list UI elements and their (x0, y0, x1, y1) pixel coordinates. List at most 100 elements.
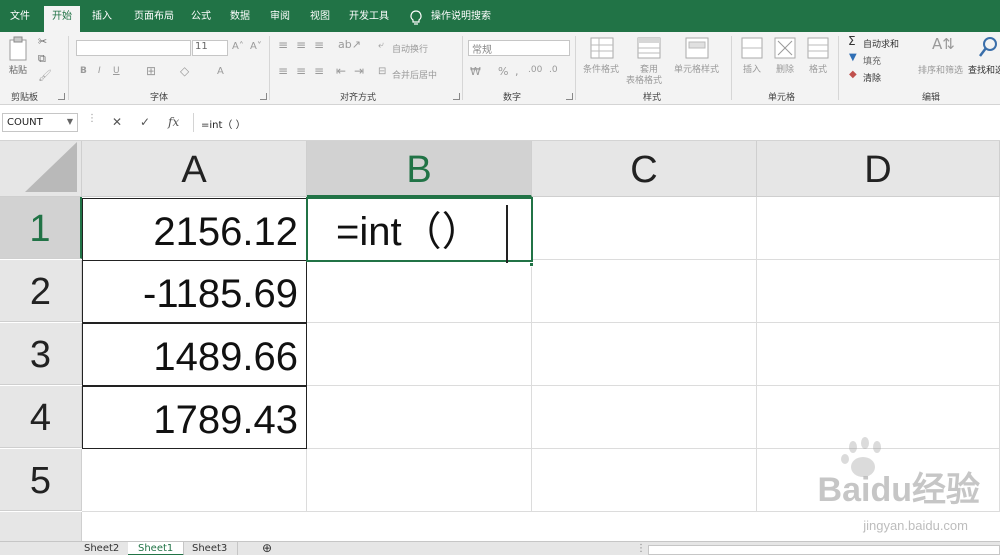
column-header-c[interactable]: C (532, 141, 757, 197)
wrap-text-icon[interactable]: ⤶ (378, 40, 384, 51)
borders-icon[interactable]: ⊞ (146, 64, 156, 78)
format-cells-label[interactable]: 格式 (809, 62, 827, 75)
align-bottom-icon[interactable]: ≡ (314, 38, 324, 52)
tab-review[interactable]: 审阅 (270, 9, 290, 25)
find-select-icon[interactable] (978, 36, 998, 58)
align-middle-icon[interactable]: ≡ (296, 38, 306, 52)
cut-icon[interactable]: ✂ (38, 35, 47, 48)
align-left-icon[interactable]: ≡ (278, 64, 288, 78)
tab-home[interactable]: 开始 (44, 6, 80, 32)
percent-icon[interactable]: % (498, 65, 508, 78)
cell-a2[interactable]: -1185.69 (82, 260, 307, 323)
cell-c3[interactable] (532, 323, 757, 386)
cell-a5[interactable] (82, 449, 307, 512)
sheet-tab-sheet3[interactable]: Sheet3 (182, 542, 239, 555)
tab-file[interactable]: 文件 (10, 9, 30, 25)
row-header-1[interactable]: 1 (0, 197, 82, 259)
select-all-button[interactable] (0, 141, 82, 197)
sheet-tab-sheet1[interactable]: Sheet1 (128, 542, 185, 555)
font-dialog-launcher[interactable] (260, 93, 267, 100)
increase-decimal-icon[interactable]: .00 (528, 65, 542, 75)
conditional-format-icon[interactable] (590, 37, 614, 59)
row-header-2[interactable]: 2 (0, 260, 82, 322)
sheet-tab-sheet2[interactable]: Sheet2 (74, 542, 131, 555)
font-name-select[interactable] (76, 40, 191, 56)
row-header-4[interactable]: 4 (0, 386, 82, 448)
number-dialog-launcher[interactable] (566, 93, 573, 100)
column-header-d[interactable]: D (757, 141, 1000, 197)
tab-developer[interactable]: 开发工具 (349, 9, 389, 25)
sort-filter-icon[interactable]: A⇅ (932, 35, 955, 53)
insert-cells-icon[interactable] (741, 37, 763, 59)
fill-handle[interactable] (529, 262, 534, 267)
cell-b4[interactable] (307, 386, 532, 449)
copy-icon[interactable]: ⧉ (38, 52, 46, 66)
formula-input[interactable]: =int（ ） (193, 113, 1000, 132)
cell-styles-icon[interactable] (685, 37, 709, 59)
fill-icon[interactable]: ▼ (849, 52, 857, 63)
cell-d3[interactable] (757, 323, 1000, 386)
conditional-format-label[interactable]: 条件格式 (583, 62, 619, 75)
cell-c1[interactable] (532, 197, 757, 260)
clear-icon[interactable]: ◆ (849, 69, 857, 80)
paste-icon[interactable] (8, 36, 30, 62)
format-painter-icon[interactable]: 🖌 (38, 69, 52, 82)
shrink-font-icon[interactable]: A˅ (250, 41, 262, 52)
name-box[interactable]: COUNT ▼ (2, 113, 78, 132)
horizontal-scrollbar[interactable] (648, 545, 1000, 555)
merge-center-label[interactable]: 合并后居中 (392, 68, 437, 81)
underline-icon[interactable]: U (113, 66, 120, 76)
row-header-5[interactable]: 5 (0, 449, 82, 511)
row-header-3[interactable]: 3 (0, 323, 82, 385)
wrap-text-label[interactable]: 自动换行 (392, 42, 428, 55)
format-as-table-label-2[interactable]: 表格格式 (626, 73, 662, 86)
alignment-dialog-launcher[interactable] (453, 93, 460, 100)
chevron-down-icon[interactable]: ▼ (67, 117, 73, 126)
cell-c5[interactable] (532, 449, 757, 512)
font-size-select[interactable]: 11 (192, 40, 228, 56)
cell-d1[interactable] (757, 197, 1000, 260)
italic-icon[interactable]: I (98, 66, 101, 76)
cell-c2[interactable] (532, 260, 757, 323)
decrease-decimal-icon[interactable]: .0 (549, 65, 558, 75)
bold-icon[interactable]: B (80, 66, 87, 76)
comma-style-icon[interactable]: , (515, 65, 519, 78)
cell-b3[interactable] (307, 323, 532, 386)
autosum-label[interactable]: 自动求和 (863, 37, 899, 50)
tab-page-layout[interactable]: 页面布局 (134, 9, 174, 25)
cell-a1[interactable]: 2156.12 (82, 198, 307, 261)
insert-function-icon[interactable]: fx (168, 115, 179, 129)
find-select-label[interactable]: 查找和选 (968, 63, 1000, 76)
format-cells-icon[interactable] (807, 37, 829, 59)
grow-font-icon[interactable]: A˄ (232, 41, 244, 52)
cell-c4[interactable] (532, 386, 757, 449)
insert-cells-label[interactable]: 插入 (743, 62, 761, 75)
delete-cells-label[interactable]: 删除 (776, 62, 794, 75)
cell-b5[interactable] (307, 449, 532, 512)
clipboard-dialog-launcher[interactable] (58, 93, 65, 100)
cell-b1-active[interactable]: =int（） (306, 197, 533, 262)
align-top-icon[interactable]: ≡ (278, 38, 288, 52)
cell-a3[interactable]: 1489.66 (82, 323, 307, 386)
orientation-icon[interactable]: ab↗ (338, 38, 361, 51)
autosum-icon[interactable]: Σ (848, 34, 856, 48)
sort-filter-label[interactable]: 排序和筛选 (918, 63, 963, 76)
tab-formulas[interactable]: 公式 (191, 9, 211, 25)
add-sheet-icon[interactable]: ⊕ (252, 542, 282, 555)
cell-a4[interactable]: 1789.43 (82, 386, 307, 449)
decrease-indent-icon[interactable]: ⇤ (336, 64, 346, 78)
increase-indent-icon[interactable]: ⇥ (354, 64, 364, 78)
cancel-icon[interactable]: ✕ (112, 115, 122, 129)
row-header-6[interactable] (0, 512, 82, 541)
column-header-a[interactable]: A (82, 141, 307, 197)
fill-color-icon[interactable]: ◇ (180, 64, 189, 78)
enter-icon[interactable]: ✓ (140, 115, 150, 129)
tab-insert[interactable]: 插入 (92, 9, 112, 25)
cell-b2[interactable] (307, 260, 532, 323)
currency-icon[interactable]: ₩ (470, 65, 481, 78)
align-right-icon[interactable]: ≡ (314, 64, 324, 78)
number-format-select[interactable]: 常规 (468, 40, 570, 56)
cell-styles-label[interactable]: 单元格样式 (674, 62, 719, 75)
tab-data[interactable]: 数据 (230, 9, 250, 25)
tab-view[interactable]: 视图 (310, 9, 330, 25)
